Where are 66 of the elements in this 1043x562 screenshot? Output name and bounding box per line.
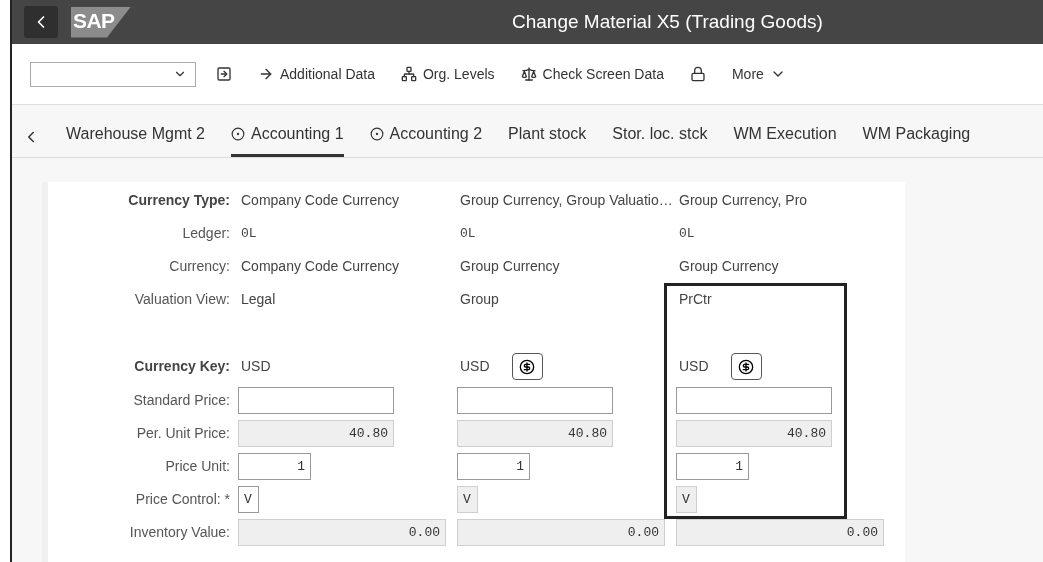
field-value: 0L [459,224,477,243]
tab[interactable]: WM Execution [733,122,837,157]
field-value: Legal [240,290,277,309]
tab[interactable]: Accounting 1 [231,122,344,157]
logo: SAP [71,6,131,38]
field-label: Standard Price: [132,391,231,410]
input-field[interactable]: 1 [238,453,311,480]
field-label: Ledger: [181,224,231,243]
field-label: Inventory Value: [128,523,231,542]
field-value: USD [241,357,271,376]
window-title: Change Material X5 (Trading Goods) [512,9,823,34]
back-button[interactable] [24,6,58,38]
exit-icon [216,66,232,82]
field-label: Currency Key: [133,357,231,376]
dollar-coin-icon [738,358,755,375]
tab[interactable]: WM Packaging [862,122,971,157]
toolbar-button[interactable]: Org. Levels [394,59,501,89]
tab[interactable]: Plant stock [508,122,587,157]
input-field[interactable]: 1 [676,453,749,480]
field-label: Price Control: * [134,490,231,509]
input-field[interactable]: 0.00 [676,519,884,546]
more-menu-button[interactable]: More [725,59,792,89]
field-value: Group Currency [678,257,780,276]
field-label: Valuation View: [133,290,231,309]
field-value: Group Currency [459,257,561,276]
input-field[interactable]: V [676,486,697,513]
input-field[interactable]: 40.80 [457,420,613,447]
currency-convert-button[interactable] [511,353,543,380]
field-value: PrCtr [678,290,713,309]
toolbar-button[interactable]: Additional Data [252,59,381,89]
hierarchy-icon [400,66,417,82]
input-field[interactable]: 1 [457,453,530,480]
input-field[interactable]: 40.80 [676,420,832,447]
lock-icon [689,66,706,82]
field-value: Group [459,290,500,309]
field-label: Price Unit: [164,457,231,476]
field-value: Company Code Currency [240,191,400,210]
input-field[interactable]: 0.00 [457,519,665,546]
target-icon [231,127,245,141]
dropdown-field[interactable] [30,61,196,87]
toolbar-button[interactable]: Check Screen Data [514,59,670,89]
tab[interactable]: Stor. loc. stck [612,122,708,157]
input-field[interactable] [238,387,394,414]
field-value: 0L [240,224,258,243]
tab[interactable]: Accounting 2 [369,122,483,157]
input-field[interactable]: V [457,486,478,513]
currency-convert-button[interactable] [730,353,762,380]
input-field[interactable]: V [238,486,259,513]
target-icon [369,127,384,141]
scale-icon [520,66,537,82]
field-value: USD [679,357,709,376]
field-value: Group Currency, Pro [678,191,809,210]
input-field[interactable] [457,387,613,414]
input-field[interactable]: 0.00 [238,519,446,546]
field-value: USD [460,357,490,376]
arrow-right-icon [258,66,274,82]
dollar-coin-icon [519,358,536,375]
input-field[interactable] [676,387,832,414]
input-field[interactable]: 40.80 [238,420,394,447]
field-value: Company Code Currency [240,257,400,276]
field-value: Group Currency, Group Valuatio… [459,191,674,210]
tab[interactable]: Warehouse Mgmt 2 [66,122,205,157]
field-label: Currency Type: [127,191,231,210]
field-value: 0L [678,224,696,243]
field-label: Per. Unit Price: [135,424,231,443]
field-label: Currency: [168,257,231,276]
